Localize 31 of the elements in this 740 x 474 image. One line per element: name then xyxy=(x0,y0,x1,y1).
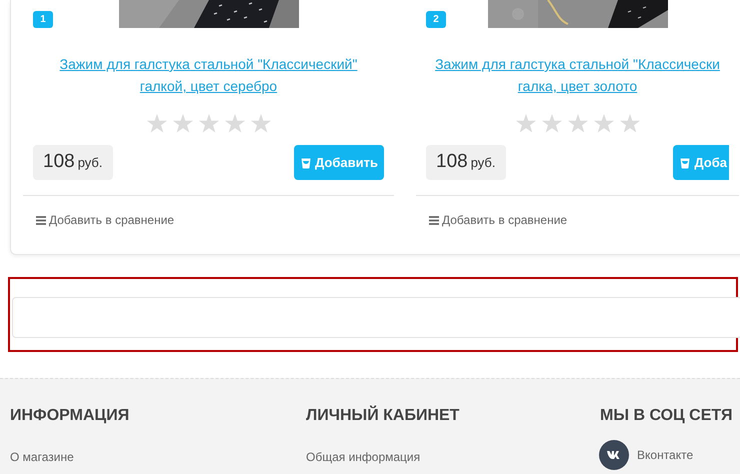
star-icon[interactable] xyxy=(172,114,192,133)
compare-link[interactable]: Добавить в сравнение xyxy=(36,212,174,228)
price: 108 xyxy=(436,151,468,173)
star-icon[interactable] xyxy=(198,114,218,133)
basket-icon xyxy=(300,156,312,169)
compare-link[interactable]: Добавить в сравнение xyxy=(429,212,568,228)
number-badge: 1 xyxy=(33,11,53,28)
footer-heading: ЛИЧНЫЙ КАБИНЕТ xyxy=(306,406,460,426)
currency: руб. xyxy=(78,154,102,172)
product-title-link[interactable]: Зажим для галстука стальной "Классически галка, цвет золото xyxy=(435,53,720,97)
star-icon[interactable] xyxy=(516,114,536,133)
number-badge: 2 xyxy=(426,11,446,28)
star-icon[interactable] xyxy=(594,114,614,133)
list-icon xyxy=(429,216,439,224)
product-title-link[interactable]: Зажим для галстука стальной "Классический" галкой, цвет серебро xyxy=(60,53,358,97)
price: 108 xyxy=(43,151,75,173)
star-icon[interactable] xyxy=(542,114,562,133)
basket-icon xyxy=(679,156,692,169)
star-icon[interactable] xyxy=(568,114,588,133)
star-icon[interactable] xyxy=(146,114,166,133)
footer-link[interactable]: Вконтакте xyxy=(599,440,694,470)
footer-link[interactable]: Общая информация xyxy=(306,449,420,465)
footer-link[interactable]: О магазине xyxy=(10,449,74,465)
footer-heading: МЫ В СОЦ СЕТЯ xyxy=(600,406,732,426)
star-icon[interactable] xyxy=(224,114,244,133)
star-icon[interactable] xyxy=(250,114,270,133)
list-icon xyxy=(36,216,46,224)
footer-heading: ИНФОРМАЦИЯ xyxy=(10,406,130,426)
vk-icon xyxy=(599,440,629,470)
star-icon[interactable] xyxy=(620,114,640,133)
currency: руб. xyxy=(470,154,496,172)
